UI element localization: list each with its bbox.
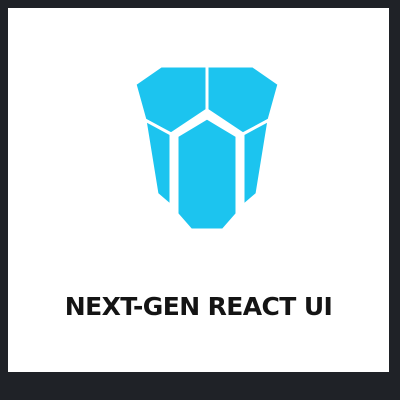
robot-mask-logo-icon (127, 54, 287, 236)
app-tile: NEXT-GEN REACT UI (0, 0, 400, 400)
logo-card[interactable]: NEXT-GEN REACT UI (8, 8, 389, 372)
brand-name: NEXT-GEN REACT UI (64, 292, 333, 321)
